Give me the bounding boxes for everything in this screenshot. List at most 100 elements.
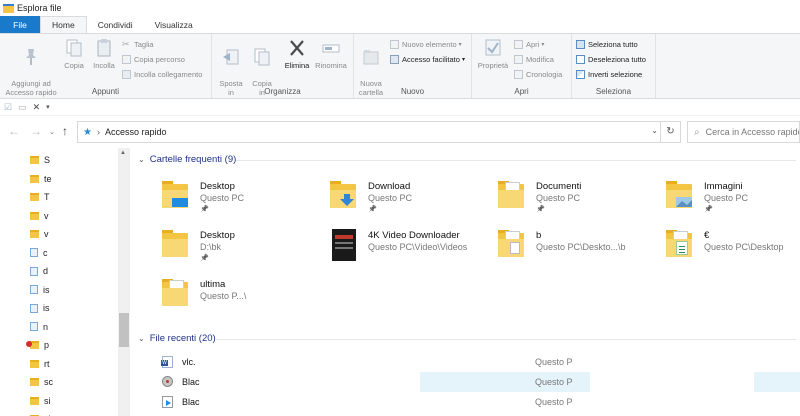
nav-tree-item[interactable]: si — [30, 395, 51, 407]
folder-tile[interactable]: b Questo PC\Deskto...\b — [498, 227, 658, 267]
nav-tree-item[interactable]: v — [30, 210, 49, 222]
back-arrow-icon[interactable]: ← — [8, 124, 20, 138]
nav-tree-item[interactable]: c — [30, 247, 48, 259]
folder-icon — [498, 229, 524, 259]
open-button[interactable]: Apri ▾ — [514, 38, 544, 50]
breadcrumb[interactable]: Accesso rapido — [105, 127, 167, 137]
folder-tile[interactable]: Download Questo PC 📌 — [330, 178, 490, 218]
paste-button[interactable]: Incolla — [90, 38, 118, 70]
properties-button[interactable]: Proprietà — [476, 38, 510, 70]
pinned-icon: 📌 — [368, 206, 377, 213]
collapse-chevron-icon[interactable]: ⌄ — [138, 155, 145, 164]
group-open: Proprietà Apri ▾ Modifica Cronologia Apr… — [472, 34, 572, 98]
nav-tree-item-label: c — [43, 247, 48, 258]
tab-home[interactable]: Home — [40, 16, 87, 33]
group-label-clipboard: Appunti — [91, 87, 120, 96]
folder-tile[interactable]: Immagini Questo PC 📌 — [666, 178, 800, 218]
folder-tile[interactable]: Documenti Questo PC 📌 — [498, 178, 658, 218]
nav-tree-item[interactable]: sc — [30, 376, 53, 388]
folder-tile-name: Download — [368, 181, 411, 192]
video-file-icon — [162, 396, 173, 408]
nav-scrollbar[interactable]: ▲ — [118, 148, 130, 416]
copy-path-button[interactable]: Copia percorso — [122, 53, 185, 65]
new-folder-icon — [363, 50, 379, 65]
edit-button[interactable]: Modifica — [514, 53, 554, 65]
nav-tree-item[interactable]: v — [30, 228, 49, 240]
dropdown-arrow-icon: ▾ — [458, 41, 462, 48]
folder-icon — [30, 211, 39, 220]
nav-tree-item[interactable]: d — [30, 265, 48, 277]
refresh-icon[interactable]: ↻ — [660, 122, 680, 142]
easy-access-button[interactable]: Accesso facilitato ▾ — [390, 53, 465, 65]
move-to-icon — [223, 49, 239, 65]
properties-small-icon[interactable]: ☑ — [4, 102, 12, 113]
recent-file-row[interactable]: Wvlc. Questo P — [130, 352, 800, 372]
recent-files-title: File recenti (20) — [149, 333, 216, 344]
folder-tile-name: Immagini — [704, 181, 743, 192]
frequent-folders-header[interactable]: ⌄ Cartelle frequenti (9) — [138, 154, 236, 165]
video-folder-icon — [330, 229, 356, 261]
forward-arrow-icon[interactable]: → — [30, 124, 42, 138]
delete-button[interactable]: Elimina — [282, 38, 312, 70]
address-dropdown-icon[interactable]: ⌄ — [651, 126, 658, 135]
edit-label: Modifica — [526, 54, 554, 64]
recent-file-name: vlc. — [182, 357, 196, 367]
delete-small-icon[interactable]: ✕ — [33, 102, 41, 113]
nav-tree-item[interactable]: n — [30, 321, 48, 333]
search-input[interactable]: ⌕ Cerca in Accesso rapido — [687, 121, 800, 143]
recent-file-row[interactable]: Blac Questo P — [130, 372, 800, 392]
nav-tree-item-label: v — [44, 210, 49, 221]
history-button[interactable]: Cronologia — [514, 68, 562, 80]
nav-tree-item[interactable]: p — [26, 339, 49, 351]
copy-button[interactable]: Copia — [62, 38, 86, 70]
folder-tile-location: Questo PC\Deskto...\b — [536, 242, 626, 252]
tab-view[interactable]: Visualizza — [144, 16, 204, 33]
folder-icon — [30, 230, 39, 238]
nav-tree-item[interactable]: is — [30, 302, 50, 314]
group-clipboard: Aggiungi ad Accesso rapido Copia Incolla… — [0, 34, 212, 98]
breadcrumb-chevron-icon[interactable]: › — [97, 127, 100, 137]
content-pane: ⌄ Cartelle frequenti (9) Desktop Questo P… — [130, 148, 800, 416]
up-arrow-icon[interactable]: ↑ — [62, 124, 68, 138]
nav-tree-item[interactable]: S — [30, 154, 50, 166]
folder-tile[interactable]: € Questo PC\Desktop — [666, 227, 800, 267]
tab-share[interactable]: Condividi — [87, 16, 144, 33]
new-folder-small-icon[interactable]: ▭ — [18, 102, 27, 113]
folder-tile[interactable]: Desktop D:\bk 📌 — [162, 227, 322, 267]
paste-shortcut-button[interactable]: Incolla collegamento — [122, 68, 202, 80]
paste-icon — [97, 39, 111, 57]
rename-button[interactable]: Rinomina — [312, 38, 350, 70]
address-bar[interactable]: ★ › Accesso rapido ⌄ ↻ — [77, 121, 681, 143]
invert-selection-label: Inverti selezione — [588, 69, 643, 79]
nav-tree-item[interactable]: rt — [30, 358, 50, 370]
scroll-up-arrow-icon[interactable]: ▲ — [120, 150, 126, 156]
folder-icon — [162, 180, 188, 210]
invert-selection-button[interactable]: Inverti selezione — [576, 68, 642, 80]
history-label: Cronologia — [526, 69, 563, 79]
quick-access-toolbar: ☑ ▭ ✕ ▾ — [0, 99, 800, 116]
nav-tree-item[interactable]: is — [30, 284, 50, 296]
pin-icon — [26, 49, 36, 65]
new-item-label: Nuovo elemento — [402, 39, 457, 49]
copy-label: Copia — [64, 61, 84, 70]
recent-file-row[interactable]: Blac Questo P — [130, 392, 800, 412]
folder-tile[interactable]: 4K Video Downloader Questo PC\Video\Video… — [330, 227, 490, 267]
cut-button[interactable]: ✂ Taglia — [122, 38, 154, 50]
folder-icon — [30, 378, 39, 386]
folder-tile[interactable]: Desktop Questo PC 📌 — [162, 178, 322, 218]
new-item-button[interactable]: Nuovo elemento ▾ — [390, 38, 462, 50]
recent-files-header[interactable]: ⌄ File recenti (20) — [138, 333, 216, 344]
collapse-chevron-icon[interactable]: ⌄ — [138, 334, 145, 343]
search-placeholder: Cerca in Accesso rapido — [705, 127, 799, 137]
folder-tile[interactable]: ultima Questo P...\ — [162, 276, 322, 316]
nav-tree-item-label: sc — [44, 377, 53, 387]
group-label-select: Seleziona — [595, 87, 632, 96]
recent-locations-icon[interactable]: ⌄ — [49, 128, 55, 136]
nav-scrollbar-thumb[interactable] — [119, 313, 129, 347]
nav-tree-item[interactable]: T — [30, 191, 50, 203]
select-none-button[interactable]: Deseleziona tutto — [576, 53, 646, 65]
customize-toolbar-icon[interactable]: ▾ — [46, 103, 50, 111]
nav-tree-item[interactable]: te — [30, 173, 52, 185]
tab-file[interactable]: File — [0, 16, 40, 33]
select-all-button[interactable]: Seleziona tutto — [576, 38, 638, 50]
